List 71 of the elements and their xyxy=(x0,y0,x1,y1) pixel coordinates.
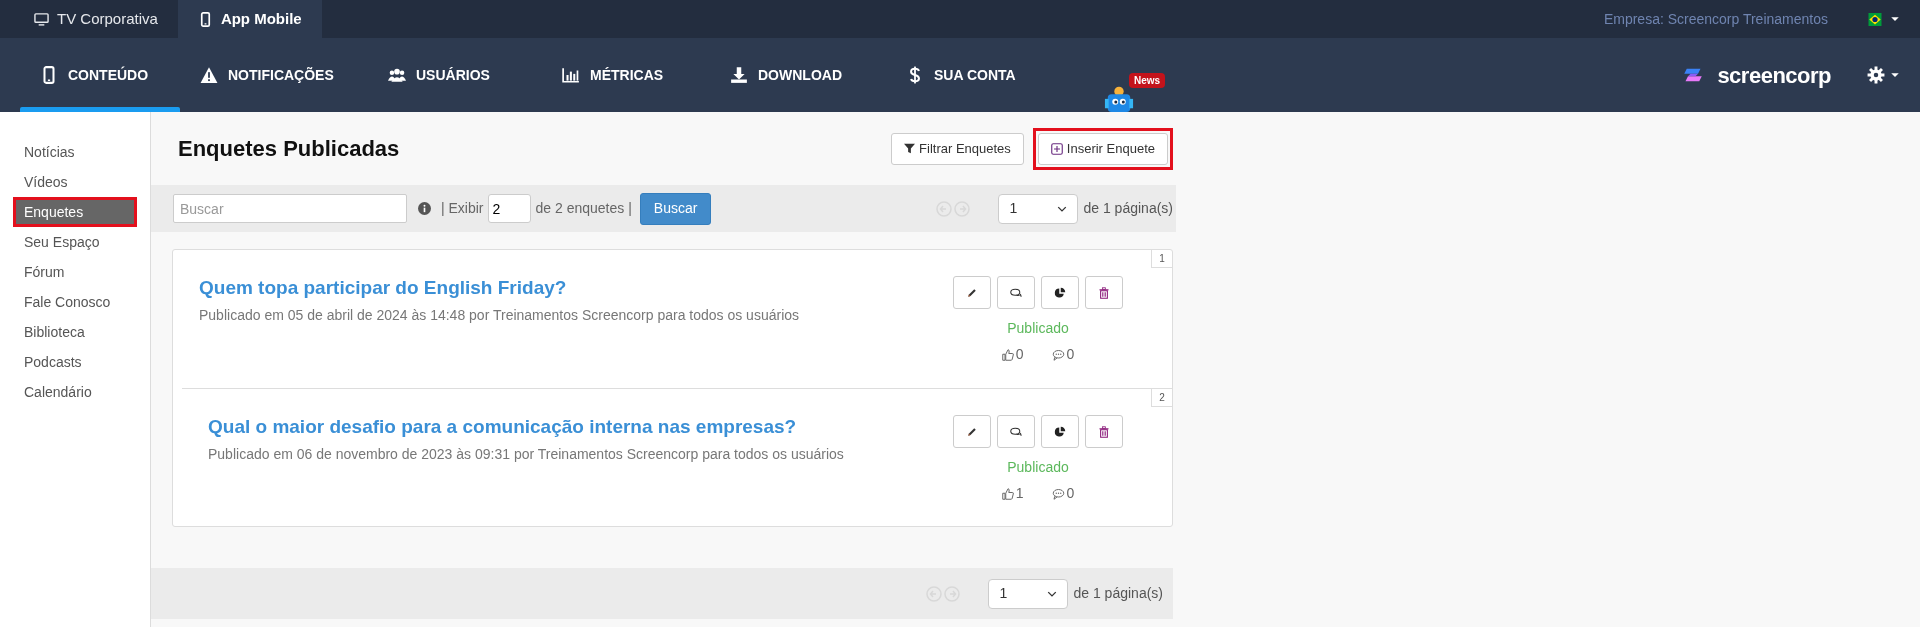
like-count: 0 xyxy=(1015,345,1024,364)
pie-chart-icon xyxy=(1054,425,1066,438)
nav-tab[interactable]: CONTEÚDO xyxy=(20,38,180,112)
top-tab[interactable]: App Mobile xyxy=(177,0,322,38)
filter-icon xyxy=(904,143,916,154)
delete-button[interactable] xyxy=(1085,415,1123,448)
news-badge[interactable]: News xyxy=(1129,73,1166,88)
count-label: de 2 enquetes | xyxy=(535,199,632,218)
status-label: Publicado xyxy=(1007,458,1069,477)
trash-icon xyxy=(1098,425,1110,438)
comment-count: 0 xyxy=(1066,345,1075,364)
pencil-icon xyxy=(966,425,978,438)
comment-icon xyxy=(1051,487,1065,500)
results-button[interactable] xyxy=(1041,415,1079,448)
results-button[interactable] xyxy=(1041,276,1079,309)
nav-tab[interactable]: DOWNLOAD xyxy=(710,38,886,112)
chat-bubbles-icon xyxy=(1010,286,1022,299)
page-count-label: de 1 página(s) xyxy=(1083,199,1173,218)
language-selector[interactable] xyxy=(1866,12,1900,26)
like-count: 1 xyxy=(1015,484,1024,503)
users-icon xyxy=(388,66,406,84)
page-select[interactable]: 1 xyxy=(998,193,1079,224)
comment-icon xyxy=(1051,348,1065,361)
poll-meta: Publicado em 06 de novembro de 2023 às 09:31 por Treinamentos Screencorp para todos os usuários xyxy=(208,444,845,464)
monitor-icon xyxy=(34,11,49,27)
nav-tab[interactable]: USUÁRIOS xyxy=(368,38,542,112)
flag-icon xyxy=(1866,12,1884,26)
row-number: 2 xyxy=(1151,389,1172,407)
pencil-icon xyxy=(966,286,978,299)
brand-name: screencorp xyxy=(1717,61,1831,90)
sidebar-item[interactable]: Biblioteca xyxy=(16,320,134,344)
comment-count: 0 xyxy=(1066,484,1075,503)
status-label: Publicado xyxy=(1007,319,1069,338)
insert-button[interactable]: Inserir Enquete xyxy=(1032,127,1173,170)
sidebar-item[interactable]: Notícias xyxy=(16,140,134,164)
download-icon xyxy=(730,66,748,84)
top-tab[interactable]: TV Corporativa xyxy=(14,0,178,38)
pie-chart-icon xyxy=(1054,286,1066,299)
sidebar-item[interactable]: Vídeos xyxy=(16,170,134,194)
show-label: | Exibir xyxy=(441,199,484,218)
page-title: Enquetes Publicadas xyxy=(178,135,401,163)
nav-tab[interactable]: SUA CONTA xyxy=(886,38,1036,112)
settings-icon xyxy=(1867,66,1885,84)
sidebar-item[interactable]: Fórum xyxy=(16,260,134,284)
comments-button[interactable] xyxy=(997,415,1035,448)
page-count-label: de 1 página(s) xyxy=(1073,584,1163,603)
sidebar-item[interactable]: Enquetes xyxy=(16,200,134,224)
thumbs-up-icon xyxy=(1001,487,1014,500)
chat-bubbles-icon xyxy=(1010,425,1022,438)
page-select[interactable]: 1 xyxy=(988,578,1069,609)
thumbs-up-icon xyxy=(1001,348,1014,361)
search-field[interactable]: Buscar xyxy=(173,194,407,223)
plus-square-icon xyxy=(1050,142,1063,155)
warning-icon xyxy=(200,66,218,84)
sidebar-item[interactable]: Seu Espaço xyxy=(16,230,134,254)
sidebar-item[interactable]: Podcasts xyxy=(16,350,134,374)
page-size-field[interactable]: 2 xyxy=(487,194,531,223)
phone-icon xyxy=(40,66,58,84)
bar-chart-icon xyxy=(562,66,580,84)
sidebar-item[interactable]: Calendário xyxy=(16,380,134,404)
search-button[interactable]: Buscar xyxy=(639,192,712,225)
poll-meta: Publicado em 05 de abril de 2024 às 14:48 por Treinamentos Screencorp para todos os usuários xyxy=(199,305,801,325)
sidebar-item[interactable]: Fale Conosco xyxy=(16,290,134,314)
delete-button[interactable] xyxy=(1085,276,1123,309)
comments-button[interactable] xyxy=(997,276,1035,309)
nav-tab[interactable]: MÉTRICAS xyxy=(542,38,710,112)
row-number: 1 xyxy=(1151,250,1172,268)
info-icon xyxy=(418,202,431,215)
company-label: Empresa: Screencorp Treinamentos xyxy=(1603,9,1828,29)
nav-tab[interactable]: NOTIFICAÇÕES xyxy=(180,38,368,112)
trash-icon xyxy=(1098,286,1110,299)
